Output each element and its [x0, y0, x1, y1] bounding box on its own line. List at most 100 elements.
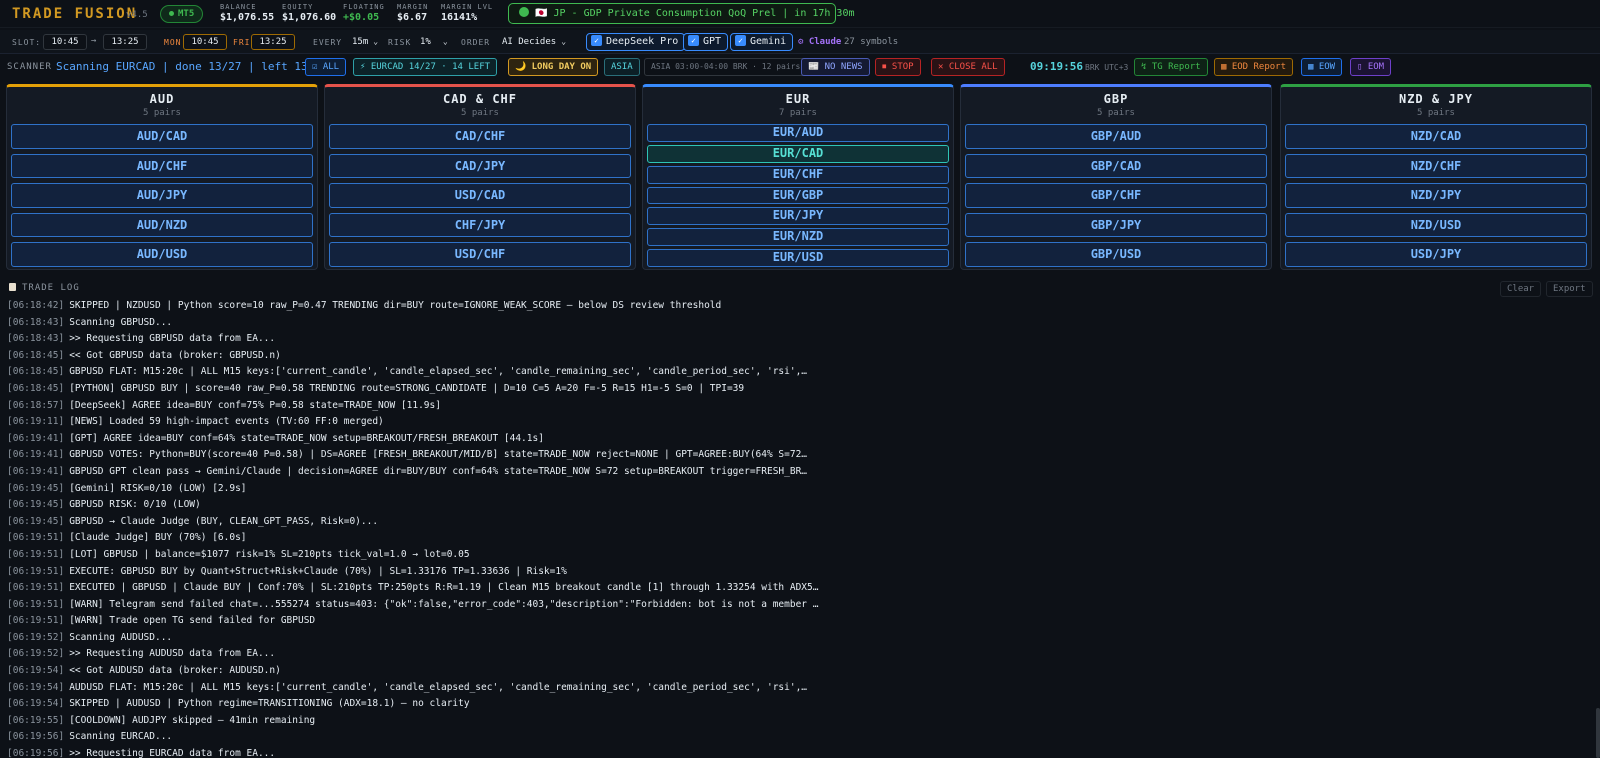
pair-groups: AUD 5 pairs AUD/CAD AUD/CHF AUD/JPY AUD/NZD…	[0, 80, 1600, 272]
log-timestamp: [06:18:43]	[7, 316, 65, 328]
log-line: [06:19:41] GBPUSD GPT clean pass → Gemini…	[0, 464, 1596, 481]
order-label: ORDER	[461, 38, 491, 47]
stat-balance: BALANCE $1,076.55	[220, 3, 275, 23]
pair-button-eurusd[interactable]: EUR/USD	[647, 249, 949, 267]
pair-button-nzdchf[interactable]: NZD/CHF	[1285, 153, 1587, 179]
log-timestamp: [06:19:51]	[7, 565, 65, 577]
group-title: GBP	[1103, 92, 1129, 106]
pair-button-gbpaud[interactable]: GBP/AUD	[965, 124, 1267, 149]
log-timestamp: [06:19:41]	[7, 432, 65, 444]
eom-report-button[interactable]: ▯ EOM	[1350, 58, 1392, 76]
log-timestamp: [06:19:51]	[7, 615, 65, 627]
log-message: [Claude Judge] BUY (70%) [6.0s]	[69, 532, 247, 544]
app-title: TRADE FUSION	[12, 6, 138, 22]
status-dot-icon	[169, 11, 174, 16]
scanner-status: Scanning EURCAD | done 13/27 | left 13	[56, 60, 308, 73]
pair-button-eurjpy[interactable]: EUR/JPY	[647, 207, 949, 226]
interval-select[interactable]: 15m ⌄	[348, 34, 378, 50]
log-line: [06:19:56] >> Requesting EURCAD data from…	[0, 746, 1596, 758]
log-timestamp: [06:19:51]	[7, 598, 65, 610]
pair-button-usdcad[interactable]: USD/CAD	[329, 183, 631, 208]
log-message: >> Requesting AUDUSD data from EA...	[69, 648, 276, 660]
eod-report-button[interactable]: ▦ EOD Report	[1214, 58, 1294, 76]
log-line: [06:19:51] [WARN] Telegram send failed ch…	[0, 597, 1596, 614]
log-timestamp: [06:19:52]	[7, 648, 65, 660]
pair-button-gbpchf[interactable]: GBP/CHF	[965, 183, 1267, 208]
mon-time-input[interactable]: 10:45	[183, 34, 227, 50]
export-log-button[interactable]: Export	[1546, 281, 1593, 297]
log-timestamp: [06:19:56]	[7, 748, 65, 758]
group-title: EUR	[785, 92, 811, 106]
tg-report-button[interactable]: ↯ TG Report	[1134, 58, 1208, 76]
pair-button-audchf[interactable]: AUD/CHF	[11, 153, 313, 179]
pair-button-chfjpy[interactable]: CHF/JPY	[329, 212, 631, 238]
ai-toggle-gemini[interactable]: ✓ Gemini	[730, 33, 794, 51]
slot-end-input[interactable]: 13:25	[103, 34, 147, 50]
no-news-toggle[interactable]: 📰 NO NEWS	[801, 58, 870, 76]
pair-button-eurgbp[interactable]: EUR/GBP	[647, 186, 949, 205]
platform-badge: MT5	[160, 5, 204, 23]
pair-button-eurchf[interactable]: EUR/CHF	[647, 165, 949, 184]
group-subtitle: 5 pairs	[461, 108, 499, 118]
log-scrollbar[interactable]	[1596, 298, 1600, 758]
ai-toggle-gpt[interactable]: ✓ GPT	[683, 33, 729, 51]
log-line: [06:19:54] << Got AUDUSD data (broker: AU…	[0, 663, 1596, 680]
pair-button-eurcad[interactable]: EUR/CAD	[647, 144, 949, 163]
order-mode-select[interactable]: AI Decides ⌄	[498, 34, 566, 50]
close-all-button[interactable]: ✕ CLOSE ALL	[931, 58, 1005, 76]
log-line: [06:19:52] Scanning AUDUSD...	[0, 630, 1596, 647]
log-timestamp: [06:19:54]	[7, 698, 65, 710]
pair-button-audusd[interactable]: AUD/USD	[11, 242, 313, 267]
pair-button-audcad[interactable]: AUD/CAD	[11, 124, 313, 149]
log-timestamp: [06:19:11]	[7, 416, 65, 428]
settings-bar: SLOT: 10:45 → 13:25 MON 10:45 FRI 13:25 …	[0, 30, 1600, 54]
log-timestamp: [06:18:42]	[7, 300, 65, 311]
trade-log: [06:18:42] SKIPPED | NZDUSD | Python scor…	[0, 298, 1596, 758]
long-day-toggle[interactable]: 🌙 LONG DAY ON	[508, 58, 599, 76]
log-timestamp: [06:19:41]	[7, 465, 65, 477]
stop-button[interactable]: ⏹ STOP	[875, 58, 921, 76]
pair-button-gbpusd[interactable]: GBP/USD	[965, 242, 1267, 267]
pair-button-euraud[interactable]: EUR/AUD	[647, 124, 949, 142]
pair-button-gbpcad[interactable]: GBP/CAD	[965, 153, 1267, 179]
group-subtitle: 5 pairs	[1417, 108, 1455, 118]
risk-select[interactable]: 1% ⌄	[416, 34, 448, 50]
log-line: [06:19:45] [Gemini] RISK=0/10 (LOW) [2.9s…	[0, 481, 1596, 498]
log-message: [Gemini] RISK=0/10 (LOW) [2.9s]	[69, 482, 247, 494]
pair-button-nzdusd[interactable]: NZD/USD	[1285, 212, 1587, 238]
pair-button-usdchf[interactable]: USD/CHF	[329, 242, 631, 267]
log-timestamp: [06:19:56]	[7, 731, 65, 743]
slot-start-input[interactable]: 10:45	[43, 34, 87, 50]
pair-button-cadchf[interactable]: CAD/CHF	[329, 124, 631, 149]
scrollbar-thumb[interactable]	[1596, 708, 1600, 758]
pair-button-gbpjpy[interactable]: GBP/JPY	[965, 212, 1267, 238]
log-message: GBPUSD GPT clean pass → Gemini/Claude | …	[69, 465, 808, 477]
log-timestamp: [06:18:45]	[7, 349, 65, 361]
log-timestamp: [06:19:51]	[7, 548, 65, 560]
clear-log-button[interactable]: Clear	[1500, 281, 1542, 297]
pair-button-audnzd[interactable]: AUD/NZD	[11, 212, 313, 238]
ai-toggle-deepseek[interactable]: ✓ DeepSeek Pro	[586, 33, 686, 51]
log-line: [06:19:51] EXECUTED | GBPUSD | Claude BUY…	[0, 580, 1596, 597]
select-all-button[interactable]: ☑ ALL	[305, 58, 347, 76]
pair-button-nzdcad[interactable]: NZD/CAD	[1285, 124, 1587, 149]
log-line: [06:18:45] [PYTHON] GBPUSD BUY | score=40…	[0, 381, 1596, 398]
eow-report-button[interactable]: ▦ EOW	[1301, 58, 1343, 76]
group-aud: AUD 5 pairs AUD/CAD AUD/CHF AUD/JPY AUD/NZD…	[6, 84, 318, 270]
pair-button-usdjpy[interactable]: USD/JPY	[1285, 242, 1587, 267]
log-line: [06:19:51] [LOT] GBPUSD | balance=$1077 r…	[0, 547, 1596, 564]
pair-button-audjpy[interactable]: AUD/JPY	[11, 183, 313, 208]
pair-button-nzdjpy[interactable]: NZD/JPY	[1285, 183, 1587, 208]
log-message: [GPT] AGREE idea=BUY conf=64% state=TRAD…	[69, 432, 544, 444]
pair-button-cadjpy[interactable]: CAD/JPY	[329, 153, 631, 179]
scanner-label: SCANNER	[7, 62, 52, 72]
pair-button-eurnzd[interactable]: EUR/NZD	[647, 228, 949, 247]
log-message: Scanning AUDUSD...	[69, 631, 173, 643]
fri-time-input[interactable]: 13:25	[251, 34, 295, 50]
log-timestamp: [06:19:41]	[7, 449, 65, 461]
next-news-banner[interactable]: 🇯🇵 JP - GDP Private Consumption QoQ Prel…	[508, 3, 855, 24]
group-subtitle: 5 pairs	[143, 108, 181, 118]
group-title: AUD	[149, 92, 175, 106]
group-subtitle: 7 pairs	[779, 108, 817, 118]
log-line: [06:19:11] [NEWS] Loaded 59 high-impact e…	[0, 414, 1596, 431]
